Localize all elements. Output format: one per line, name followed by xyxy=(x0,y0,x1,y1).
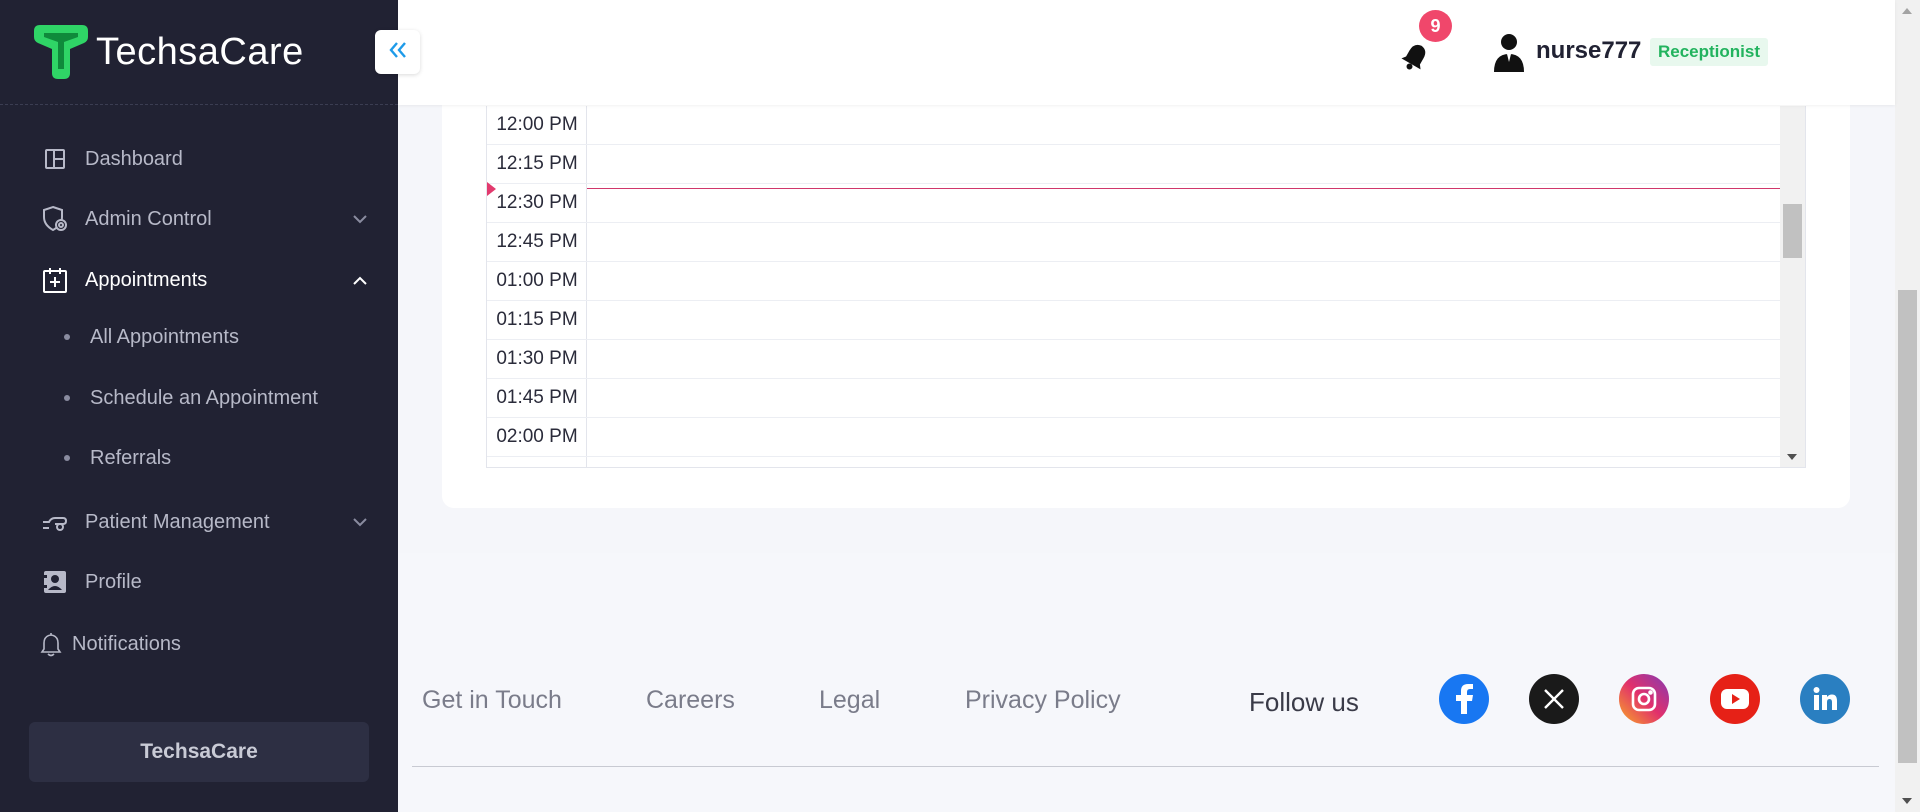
user-avatar-icon[interactable] xyxy=(1492,32,1526,72)
chevron-down-icon[interactable] xyxy=(350,512,370,532)
sidebar-subitem-label: Referrals xyxy=(90,446,172,469)
footer-link-careers[interactable]: Careers xyxy=(646,686,735,715)
youtube-icon[interactable] xyxy=(1710,674,1760,724)
chevron-down-icon[interactable] xyxy=(350,209,370,229)
sidebar-item-label: Admin Control xyxy=(85,207,212,230)
schedule-scrollbar[interactable] xyxy=(1780,106,1805,467)
sidebar-item-label: Profile xyxy=(85,570,142,593)
time-slot-row[interactable]: 12:30 PM xyxy=(487,184,1780,223)
collapse-sidebar-button[interactable] xyxy=(375,30,420,74)
sidebar-item-admin-control[interactable]: Admin Control xyxy=(40,199,370,239)
time-slot-row[interactable]: 01:15 PM xyxy=(487,301,1780,340)
follow-us-label: Follow us xyxy=(1249,687,1359,717)
bell-outline-icon xyxy=(36,629,66,659)
time-slot-row[interactable] xyxy=(487,457,1780,467)
time-slot-row[interactable]: 01:00 PM xyxy=(487,262,1780,301)
bullet-icon xyxy=(64,395,70,401)
linkedin-icon[interactable] xyxy=(1800,674,1850,724)
sidebar-footer-brand[interactable]: TechsaCare xyxy=(29,722,369,782)
sidebar-item-label: Patient Management xyxy=(85,510,270,533)
time-label: 12:00 PM xyxy=(496,114,578,135)
schedule-scrollbar-thumb[interactable] xyxy=(1783,204,1802,258)
sidebar-item-label: Notifications xyxy=(72,632,181,655)
username[interactable]: nurse777 xyxy=(1536,37,1641,65)
sidebar-item-appointments[interactable]: Appointments xyxy=(40,260,370,300)
sidebar-footer-label: TechsaCare xyxy=(140,740,258,763)
day-schedule-grid: 12:00 PM 12:15 PM 12:30 PM 12:45 PM 01:0… xyxy=(486,106,1806,468)
shield-gear-icon xyxy=(40,204,70,234)
sidebar: TechsaCare Dashboard Admin Control Appoi… xyxy=(0,0,398,812)
sidebar-item-dashboard[interactable]: Dashboard xyxy=(40,139,370,179)
brand[interactable]: TechsaCare xyxy=(30,22,304,82)
scroll-up-arrow-icon[interactable] xyxy=(1902,8,1912,14)
current-time-indicator xyxy=(587,188,1780,189)
time-label: 12:30 PM xyxy=(496,192,578,213)
footer-link-privacy-policy[interactable]: Privacy Policy xyxy=(965,686,1121,715)
time-label: 12:15 PM xyxy=(496,153,578,174)
dashboard-icon xyxy=(40,144,70,174)
page-scrollbar-thumb[interactable] xyxy=(1898,290,1917,763)
instagram-icon[interactable] xyxy=(1619,674,1669,724)
patient-hand-icon xyxy=(40,507,70,537)
sidebar-item-label: Appointments xyxy=(85,268,208,291)
sidebar-item-label: Dashboard xyxy=(85,147,183,170)
chevron-up-icon[interactable] xyxy=(350,270,370,290)
page-footer: Get in Touch Careers Legal Privacy Polic… xyxy=(398,553,1895,812)
time-label: 01:15 PM xyxy=(496,309,578,330)
double-chevron-left-icon xyxy=(388,41,408,64)
page-scrollbar[interactable] xyxy=(1895,0,1920,812)
time-slot-row[interactable]: 01:30 PM xyxy=(487,340,1780,379)
footer-divider xyxy=(412,766,1879,767)
sidebar-subitem-schedule-appointment[interactable]: Schedule an Appointment xyxy=(64,380,318,416)
sidebar-item-notifications[interactable]: Notifications xyxy=(36,624,366,664)
time-label: 01:00 PM xyxy=(496,270,578,291)
notifications-bell-icon[interactable] xyxy=(1398,40,1432,74)
time-label: 01:30 PM xyxy=(496,348,578,369)
footer-link-legal[interactable]: Legal xyxy=(819,686,880,715)
calendar-plus-icon xyxy=(40,265,70,295)
scroll-down-arrow-icon[interactable] xyxy=(1902,798,1912,804)
sidebar-subitem-label: Schedule an Appointment xyxy=(90,386,318,409)
time-label: 02:00 PM xyxy=(496,426,578,447)
top-header: 9 nurse777 Receptionist xyxy=(398,0,1895,105)
sidebar-item-patient-management[interactable]: Patient Management xyxy=(40,502,370,542)
bullet-icon xyxy=(64,455,70,461)
role-badge: Receptionist xyxy=(1650,38,1769,66)
sidebar-item-profile[interactable]: Profile xyxy=(40,562,370,602)
scroll-down-arrow-icon[interactable] xyxy=(1787,454,1797,460)
time-slot-row[interactable]: 01:45 PM xyxy=(487,379,1780,418)
time-slot-row[interactable]: 12:15 PM xyxy=(487,145,1780,184)
techsacare-logo-icon xyxy=(30,23,92,81)
sidebar-subitem-referrals[interactable]: Referrals xyxy=(64,440,171,476)
time-label: 01:45 PM xyxy=(496,387,578,408)
sidebar-subitem-all-appointments[interactable]: All Appointments xyxy=(64,319,239,355)
time-label: 12:45 PM xyxy=(496,231,578,252)
sidebar-divider xyxy=(0,104,398,105)
time-slot-row[interactable]: 12:45 PM xyxy=(487,223,1780,262)
time-slot-row[interactable]: 12:00 PM xyxy=(487,106,1780,145)
footer-link-get-in-touch[interactable]: Get in Touch xyxy=(422,686,562,715)
sidebar-subitem-label: All Appointments xyxy=(90,325,239,348)
current-time-arrow-icon xyxy=(487,182,496,196)
notification-count-badge: 9 xyxy=(1419,10,1452,42)
facebook-icon[interactable] xyxy=(1439,674,1489,724)
brand-name: TechsaCare xyxy=(96,30,304,73)
time-slot-row[interactable]: 02:00 PM xyxy=(487,418,1780,457)
x-icon[interactable] xyxy=(1529,674,1579,724)
bullet-icon xyxy=(64,334,70,340)
id-card-icon xyxy=(40,567,70,597)
